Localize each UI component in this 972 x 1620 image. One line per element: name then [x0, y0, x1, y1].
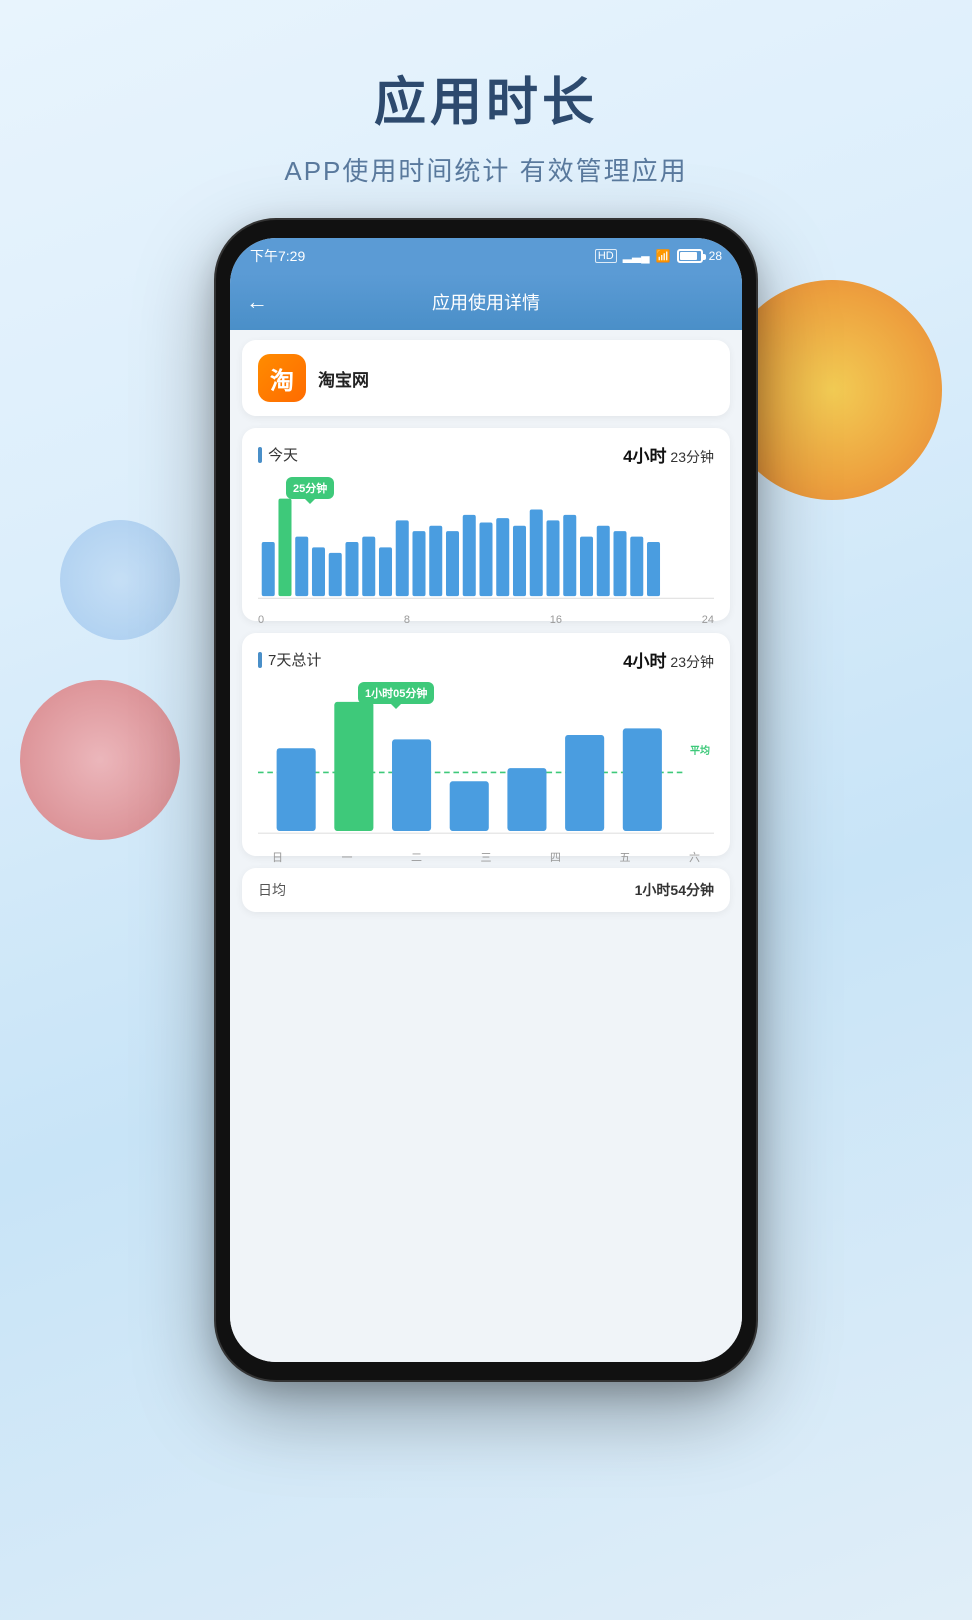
battery-icon	[677, 249, 703, 263]
avg-line-label: 平均	[690, 742, 710, 757]
x-label-24: 24	[702, 614, 714, 626]
x-label-sun: 日	[272, 849, 283, 865]
x-label-0: 0	[258, 614, 264, 626]
week-label: 7天总计	[268, 649, 321, 670]
x-label-fri: 五	[620, 849, 631, 865]
x-label-thu: 四	[550, 849, 561, 865]
content-area: 淘 淘宝网 今天 4小时 23分钟	[230, 330, 742, 1362]
week-x-labels: 日 一 二 三 四 五 六	[258, 847, 714, 865]
week-time: 4小时 23分钟	[623, 647, 714, 672]
page-header: 应用时长 APP使用时间统计 有效管理应用	[0, 0, 972, 188]
today-section-header: 今天 4小时 23分钟	[258, 442, 714, 467]
week-section-header: 7天总计 4小时 23分钟	[258, 647, 714, 672]
today-chart-svg	[258, 477, 714, 607]
week-section-card: 7天总计 4小时 23分钟 1小时05分钟	[242, 633, 730, 856]
status-right: HD ▂▃▄ 📶 28	[595, 249, 722, 263]
app-icon: 淘	[258, 354, 306, 402]
week-chart-svg	[258, 682, 714, 842]
blob-pink-decoration	[20, 680, 180, 840]
signal-icon: ▂▃▄	[623, 249, 650, 263]
phone-frame: 下午7:29 HD ▂▃▄ 📶 28 ← 应用使用详情	[216, 220, 756, 1380]
week-label-wrap: 7天总计	[258, 649, 321, 670]
x-label-wed: 三	[481, 849, 492, 865]
app-name: 淘宝网	[318, 366, 369, 391]
hd-badge: HD	[595, 249, 617, 263]
x-label-sat: 六	[689, 849, 700, 865]
page-title: 应用时长	[0, 60, 972, 135]
phone-screen: 下午7:29 HD ▂▃▄ 📶 28 ← 应用使用详情	[230, 238, 742, 1362]
today-section-card: 今天 4小时 23分钟 25分钟	[242, 428, 730, 621]
today-time: 4小时 23分钟	[623, 442, 714, 467]
today-label: 今天	[268, 444, 298, 465]
daily-avg-value: 1小时54分钟	[635, 880, 714, 900]
blob-blue-decoration	[60, 520, 180, 640]
today-label-wrap: 今天	[258, 444, 298, 465]
app-icon-text: 淘	[270, 361, 294, 396]
week-chart: 1小时05分钟	[258, 682, 714, 842]
nav-bar: ← 应用使用详情	[230, 274, 742, 330]
x-label-mon: 一	[342, 849, 353, 865]
battery-percent: 28	[709, 249, 722, 263]
wifi-icon: 📶	[656, 249, 671, 263]
x-label-8: 8	[404, 614, 410, 626]
daily-avg-label: 日均	[258, 880, 286, 900]
back-button[interactable]: ←	[246, 289, 268, 315]
phone-container: 下午7:29 HD ▂▃▄ 📶 28 ← 应用使用详情	[216, 220, 756, 1380]
status-time: 下午7:29	[250, 246, 305, 266]
app-info-card: 淘 淘宝网	[242, 340, 730, 416]
today-chart: 25分钟	[258, 477, 714, 607]
status-bar: 下午7:29 HD ▂▃▄ 📶 28	[230, 238, 742, 274]
nav-title: 应用使用详情	[280, 289, 692, 315]
daily-avg-card: 日均 1小时54分钟	[242, 868, 730, 912]
x-label-tue: 二	[411, 849, 422, 865]
today-x-labels: 0 8 16 24	[258, 612, 714, 626]
page-subtitle: APP使用时间统计 有效管理应用	[0, 151, 972, 188]
week-dot	[258, 652, 262, 668]
x-label-16: 16	[550, 614, 562, 626]
today-dot	[258, 447, 262, 463]
